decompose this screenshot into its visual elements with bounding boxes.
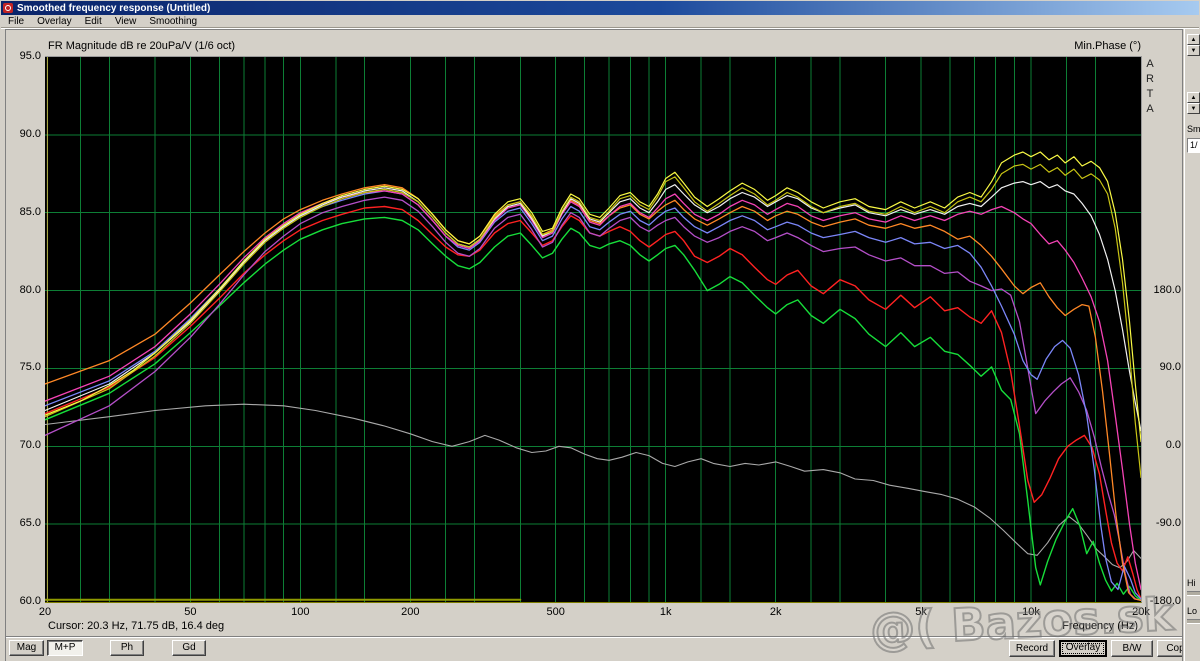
- trace-yellow: [45, 152, 1141, 442]
- fit-top-down-spinner[interactable]: ▼: [1187, 45, 1200, 56]
- bw-button[interactable]: B/W: [1111, 640, 1153, 657]
- trace-purple: [45, 197, 1141, 600]
- group-delay-button[interactable]: Gd: [172, 640, 206, 656]
- cursor-readout: Cursor: 20.3 Hz, 71.75 dB, 16.4 deg: [48, 620, 224, 632]
- trace-green: [45, 217, 1141, 600]
- smoothing-combo[interactable]: 1/: [1187, 138, 1200, 153]
- menu-item-smoothing[interactable]: Smoothing: [149, 16, 197, 27]
- axis-tick-label: 65.0: [8, 517, 41, 529]
- hi-slider[interactable]: [1187, 591, 1200, 596]
- smoothing-label: Sm: [1187, 124, 1200, 134]
- axis-tick-label: 60.0: [8, 595, 41, 607]
- plot-area[interactable]: [45, 56, 1142, 603]
- chart-title-right: Min.Phase (°): [1006, 40, 1141, 52]
- window-title: Smoothed frequency response (Untitled): [17, 3, 210, 14]
- axis-tick-label: 100: [284, 606, 316, 618]
- axis-tick-label: -90.0: [1147, 517, 1181, 529]
- axis-tick-label: 200: [394, 606, 426, 618]
- arta-brand-label: ARTA: [1144, 58, 1156, 118]
- trace-blue: [45, 191, 1141, 599]
- lo-slider-label: Lo: [1187, 606, 1197, 616]
- axis-tick-label: 10k: [1015, 606, 1047, 618]
- overlay-button[interactable]: Overlay: [1059, 640, 1107, 657]
- axis-tick-label: 90.0: [8, 128, 41, 140]
- axis-tick-label: 85.0: [8, 206, 41, 218]
- copy-button[interactable]: Copy: [1157, 640, 1183, 657]
- axis-tick-label: 95.0: [8, 50, 41, 62]
- fit-range-down-spinner[interactable]: ▼: [1187, 103, 1200, 114]
- phase-button[interactable]: Ph: [110, 640, 144, 656]
- right-control-strip: ▲ ▼ ▲ ▼ Sm 1/ Hi Lo: [1184, 29, 1200, 661]
- axis-tick-label: 50: [174, 606, 206, 618]
- trace-gray: [45, 404, 1141, 568]
- axis-tick-label: 75.0: [8, 361, 41, 373]
- menu-item-edit[interactable]: Edit: [85, 16, 102, 27]
- axis-tick-label: 5k: [905, 606, 937, 618]
- menu-bar: File Overlay Edit View Smoothing: [1, 15, 1199, 28]
- fit-range-up-spinner[interactable]: ▲: [1187, 92, 1200, 103]
- fr-plot-svg: [45, 57, 1141, 602]
- trace-magenta: [45, 191, 1141, 590]
- menu-item-view[interactable]: View: [115, 16, 137, 27]
- trace-red: [45, 207, 1141, 599]
- axis-tick-label: -180.0: [1147, 595, 1181, 607]
- hi-slider-label: Hi: [1187, 578, 1196, 588]
- axis-tick-label: 90.0: [1147, 361, 1181, 373]
- chart-panel: FR Magnitude dB re 20uPa/V (1/6 oct) Min…: [5, 29, 1183, 661]
- mag-phase-button[interactable]: M+P: [47, 640, 83, 656]
- title-bar[interactable]: Smoothed frequency response (Untitled): [1, 1, 1199, 15]
- menu-item-overlay[interactable]: Overlay: [37, 16, 71, 27]
- axis-tick-label: 500: [540, 606, 572, 618]
- axis-tick-label: 2k: [760, 606, 792, 618]
- record-button[interactable]: Record: [1009, 640, 1055, 657]
- axis-tick-label: 0.0: [1147, 439, 1181, 451]
- frequency-axis-label: Frequency (Hz): [1006, 620, 1138, 632]
- app-icon: [3, 3, 13, 13]
- mag-button[interactable]: Mag: [9, 640, 44, 656]
- axis-tick-label: 20k: [1125, 606, 1157, 618]
- axis-tick-label: 80.0: [8, 284, 41, 296]
- fit-top-up-spinner[interactable]: ▲: [1187, 34, 1200, 45]
- axis-tick-label: 1k: [650, 606, 682, 618]
- axis-tick-label: 70.0: [8, 439, 41, 451]
- axis-tick-label: 20: [29, 606, 61, 618]
- menu-item-file[interactable]: File: [8, 16, 24, 27]
- toolbar-divider: [6, 636, 1183, 638]
- axis-tick-label: 180.0: [1147, 284, 1181, 296]
- lo-slider[interactable]: [1187, 619, 1200, 624]
- chart-title-left: FR Magnitude dB re 20uPa/V (1/6 oct): [48, 40, 235, 52]
